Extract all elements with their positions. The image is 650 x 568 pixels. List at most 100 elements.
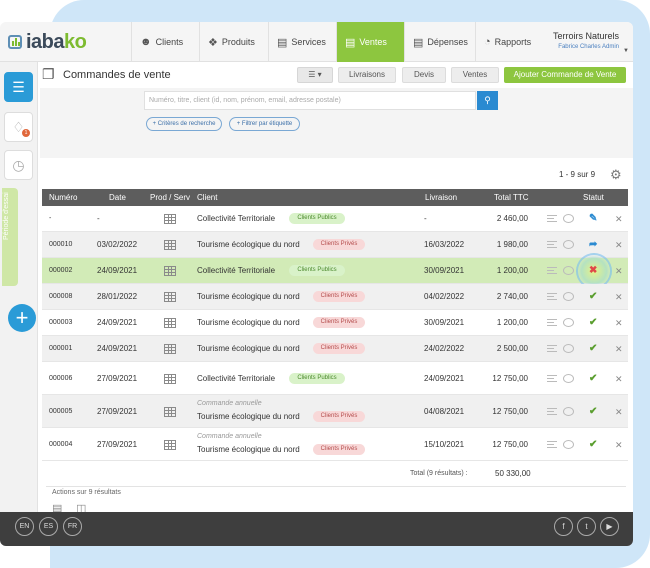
delete-icon[interactable]: ✕ xyxy=(615,440,623,451)
client-tag[interactable]: Clients Privés xyxy=(313,411,365,422)
check-icon[interactable]: ✔ xyxy=(589,343,597,354)
check-icon[interactable]: ✔ xyxy=(589,291,597,302)
lang-es[interactable]: ES xyxy=(39,517,58,536)
nav-clients[interactable]: ☻ Clients xyxy=(131,22,199,62)
cell-client[interactable]: Collectivité Territoriale xyxy=(197,214,275,223)
table-grid-icon[interactable] xyxy=(164,240,176,250)
comment-icon[interactable] xyxy=(563,240,574,249)
client-tag[interactable]: Clients Privés xyxy=(313,291,365,302)
notifications-button[interactable]: ♢ 1 xyxy=(4,112,33,142)
cross-icon[interactable]: ✖ xyxy=(589,265,597,276)
tab-ventes[interactable]: Ventes xyxy=(451,67,499,83)
check-icon[interactable]: ✔ xyxy=(589,373,597,384)
twitter-icon[interactable]: t xyxy=(577,517,596,536)
delete-icon[interactable]: ✕ xyxy=(615,407,623,418)
comment-icon[interactable] xyxy=(563,318,574,327)
account-menu[interactable]: Terroirs Naturels Fabrice Charles Admin xyxy=(553,31,619,50)
search-button[interactable]: ⚲ xyxy=(477,91,498,110)
nav-produits[interactable]: ❖ Produits xyxy=(199,22,268,62)
table-row[interactable]: 000008 28/01/2022 Tourisme écologique du n… xyxy=(42,284,628,310)
col-numero[interactable]: Numéro xyxy=(49,193,77,202)
delete-icon[interactable]: ✕ xyxy=(615,214,623,225)
comment-icon[interactable] xyxy=(563,407,574,416)
comment-icon[interactable] xyxy=(563,440,574,449)
table-grid-icon[interactable] xyxy=(164,214,176,224)
client-tag[interactable]: Clients Privés xyxy=(313,317,365,328)
chevron-down-icon[interactable]: ▼ xyxy=(623,48,629,54)
table-grid-icon[interactable] xyxy=(164,440,176,450)
client-tag[interactable]: Clients Publics xyxy=(289,265,345,276)
table-row[interactable]: 000003 24/09/2021 Tourisme écologique du n… xyxy=(42,310,628,336)
cell-client[interactable]: Tourisme écologique du nord xyxy=(197,445,300,454)
client-tag[interactable]: Clients Publics xyxy=(289,213,345,224)
client-tag[interactable]: Clients Privés xyxy=(313,444,365,455)
search-criteria-button[interactable]: + Critères de recherche xyxy=(146,117,222,131)
delete-icon[interactable]: ✕ xyxy=(615,240,623,251)
filter-tag-button[interactable]: + Filtrer par étiquette xyxy=(229,117,300,131)
comment-icon[interactable] xyxy=(563,266,574,275)
lang-fr[interactable]: FR xyxy=(63,517,82,536)
col-client[interactable]: Client xyxy=(197,193,217,202)
share-icon[interactable]: ➦ xyxy=(589,239,597,250)
gear-icon[interactable]: ⚙ xyxy=(610,167,622,183)
table-grid-icon[interactable] xyxy=(164,407,176,417)
add-order-button[interactable]: Ajouter Commande de Vente xyxy=(504,67,626,83)
nav-services[interactable]: ▤ Services xyxy=(268,22,336,62)
table-grid-icon[interactable] xyxy=(164,318,176,328)
notes-icon[interactable] xyxy=(547,241,557,249)
delete-icon[interactable]: ✕ xyxy=(615,344,623,355)
comment-icon[interactable] xyxy=(563,214,574,223)
notes-icon[interactable] xyxy=(547,375,557,383)
nav-depenses[interactable]: ▤ Dépenses xyxy=(404,22,475,62)
tab-devis[interactable]: Devis xyxy=(402,67,446,83)
table-row[interactable]: 000001 24/09/2021 Tourisme écologique du n… xyxy=(42,336,628,362)
table-grid-icon[interactable] xyxy=(164,374,176,384)
notes-icon[interactable] xyxy=(547,293,557,301)
cell-client[interactable]: Tourisme écologique du nord xyxy=(197,318,300,327)
notes-icon[interactable] xyxy=(547,267,557,275)
cell-client[interactable]: Tourisme écologique du nord xyxy=(197,344,300,353)
table-row[interactable]: - - Collectivité Territoriale Clients Publi… xyxy=(42,206,628,232)
comment-icon[interactable] xyxy=(563,344,574,353)
delete-icon[interactable]: ✕ xyxy=(615,374,623,385)
cell-client[interactable]: Tourisme écologique du nord xyxy=(197,240,300,249)
cell-client[interactable]: Collectivité Territoriale xyxy=(197,374,275,383)
nav-ventes[interactable]: ▤ Ventes xyxy=(336,22,404,62)
table-row[interactable]: 000004 27/09/2021 Commande annuelle Tourism… xyxy=(42,428,628,461)
table-grid-icon[interactable] xyxy=(164,266,176,276)
lang-en[interactable]: EN xyxy=(15,517,34,536)
cell-client[interactable]: Tourisme écologique du nord xyxy=(197,292,300,301)
tab-livraisons[interactable]: Livraisons xyxy=(338,67,396,83)
table-row[interactable]: 000010 03/02/2022 Tourisme écologique du n… xyxy=(42,232,628,258)
comment-icon[interactable] xyxy=(563,374,574,383)
quick-add-button[interactable]: + xyxy=(8,304,36,332)
notes-icon[interactable] xyxy=(547,441,557,449)
check-icon[interactable]: ✔ xyxy=(589,406,597,417)
facebook-icon[interactable]: f xyxy=(554,517,573,536)
search-input[interactable]: Numéro, titre, client (id, nom, prénom, … xyxy=(144,91,476,110)
comment-icon[interactable] xyxy=(563,292,574,301)
logo[interactable]: iabako xyxy=(8,31,87,53)
delete-icon[interactable]: ✕ xyxy=(615,292,623,303)
nav-rapports[interactable]: ◔ Rapports xyxy=(475,22,543,62)
client-tag[interactable]: Clients Privés xyxy=(313,239,365,250)
notes-icon[interactable] xyxy=(547,215,557,223)
delete-icon[interactable]: ✕ xyxy=(615,318,623,329)
col-total[interactable]: Total TTC xyxy=(494,193,529,202)
menu-button[interactable]: ☰ xyxy=(4,72,33,102)
view-menu-button[interactable]: ☰ ▾ xyxy=(297,67,333,83)
table-row[interactable]: 000002 24/09/2021 Collectivité Territorial… xyxy=(42,253,628,289)
table-row[interactable]: 000005 27/09/2021 Commande annuelle Tourism… xyxy=(42,395,628,428)
check-icon[interactable]: ✔ xyxy=(589,439,597,450)
table-row[interactable]: 000006 27/09/2021 Collectivité Territorial… xyxy=(42,362,628,395)
notes-icon[interactable] xyxy=(547,319,557,327)
client-tag[interactable]: Clients Publics xyxy=(289,373,345,384)
client-tag[interactable]: Clients Privés xyxy=(313,343,365,354)
youtube-icon[interactable]: ▶ xyxy=(600,517,619,536)
cell-client[interactable]: Tourisme écologique du nord xyxy=(197,412,300,421)
table-grid-icon[interactable] xyxy=(164,292,176,302)
notes-icon[interactable] xyxy=(547,408,557,416)
delete-icon[interactable]: ✕ xyxy=(615,266,623,277)
cell-client[interactable]: Collectivité Territoriale xyxy=(197,266,275,275)
table-grid-icon[interactable] xyxy=(164,344,176,354)
